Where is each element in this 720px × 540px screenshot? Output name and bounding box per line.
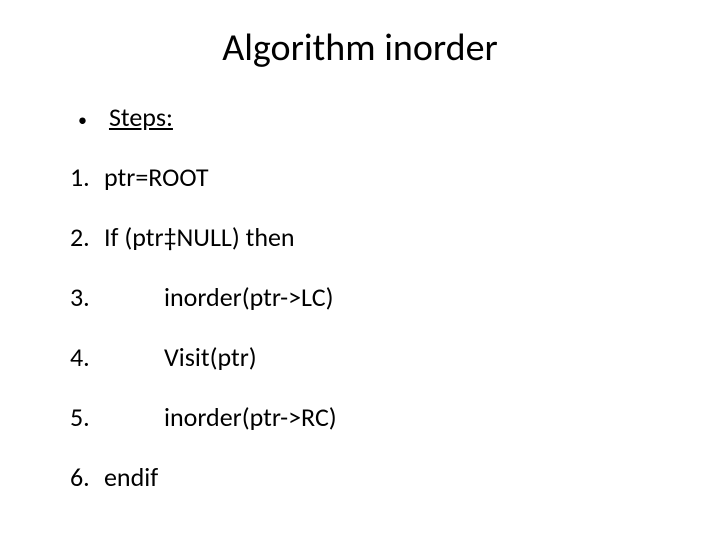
step-item: 2. If (ptr‡NULL) then: [70, 221, 650, 253]
step-number: 3.: [70, 281, 104, 313]
slide-title: Algorithm inorder: [70, 25, 650, 71]
step-number: 6.: [70, 461, 104, 493]
bullet-icon: •: [78, 109, 87, 131]
step-text: inorder(ptr->RC): [164, 401, 337, 433]
step-number: 4.: [70, 341, 104, 373]
step-item: 6. endif: [70, 461, 650, 493]
step-item: 5. inorder(ptr->RC): [70, 401, 650, 433]
step-text: inorder(ptr->LC): [164, 281, 333, 313]
step-item: 3. inorder(ptr->LC): [70, 281, 650, 313]
step-item: 4. Visit(ptr): [70, 341, 650, 373]
step-number: 5.: [70, 401, 104, 433]
step-text: endif: [104, 461, 158, 493]
step-number: 2.: [70, 221, 104, 253]
steps-heading: • Steps:: [70, 101, 650, 133]
step-text: Visit(ptr): [164, 341, 257, 373]
step-text: If (ptr‡NULL) then: [104, 221, 295, 253]
step-text: ptr=ROOT: [104, 161, 209, 193]
steps-label: Steps:: [109, 101, 173, 133]
step-item: 1. ptr=ROOT: [70, 161, 650, 193]
step-number: 1.: [70, 161, 104, 193]
